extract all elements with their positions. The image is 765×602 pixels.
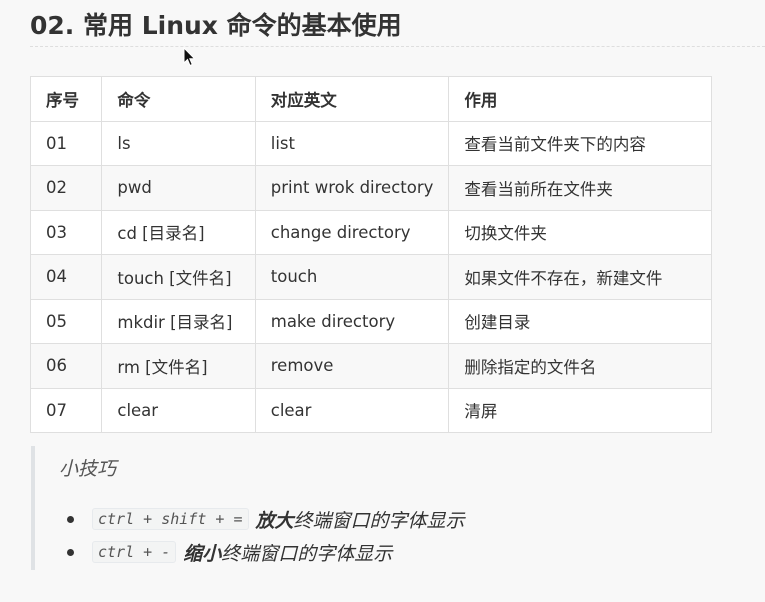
cell-index: 07 — [29, 387, 103, 433]
cell-purpose: 如果文件不存在，新建文件 — [448, 254, 712, 300]
cell-purpose: 查看当前文件夹下的内容 — [448, 120, 712, 166]
table-row: 04 touch [文件名] touch 如果文件不存在，新建文件 — [29, 254, 712, 300]
cell-command: rm [文件名] — [101, 343, 256, 389]
cell-purpose: 切换文件夹 — [448, 209, 712, 255]
tip-item: ctrl + - 缩小 终端窗口的字体显示 — [67, 539, 392, 565]
cell-command: cd [目录名] — [101, 209, 256, 255]
table-row: 01 ls list 查看当前文件夹下的内容 — [29, 120, 712, 166]
tip-emphasis: 放大 — [255, 509, 294, 532]
header-index: 序号 — [29, 76, 103, 122]
cell-english: list — [254, 120, 450, 166]
cell-purpose: 删除指定的文件名 — [448, 343, 712, 389]
cell-index: 04 — [29, 254, 103, 300]
cell-index: 01 — [29, 120, 103, 166]
table-row: 07 clear clear 清屏 — [29, 387, 712, 433]
tips-title: 小技巧 — [59, 458, 117, 480]
cell-english: remove — [254, 343, 450, 389]
cell-command: mkdir [目录名] — [101, 298, 256, 344]
table-row: 02 pwd print wrok directory 查看当前所在文件夹 — [29, 165, 712, 211]
table-row: 03 cd [目录名] change directory 切换文件夹 — [29, 209, 712, 255]
cell-index: 05 — [29, 298, 103, 344]
cell-english: print wrok directory — [254, 165, 450, 211]
cell-purpose: 清屏 — [448, 387, 712, 433]
header-english: 对应英文 — [254, 76, 450, 122]
cell-english: change directory — [254, 209, 450, 255]
heading-divider — [30, 46, 765, 47]
table-row: 05 mkdir [目录名] make directory 创建目录 — [29, 298, 712, 344]
cell-purpose: 创建目录 — [448, 298, 712, 344]
shortcut-code: ctrl + - — [92, 541, 177, 563]
tip-emphasis: 缩小 — [183, 542, 222, 565]
shortcut-code: ctrl + shift + = — [92, 508, 249, 530]
cell-command: ls — [101, 120, 256, 166]
cell-command: clear — [101, 387, 256, 433]
cell-command: touch [文件名] — [101, 254, 256, 300]
cell-english: clear — [254, 387, 450, 433]
cell-index: 02 — [29, 165, 103, 211]
tip-description: 终端窗口的字体显示 — [293, 509, 465, 532]
cell-english: make directory — [254, 298, 450, 344]
tip-description: 终端窗口的字体显示 — [221, 542, 393, 565]
page-title: 02. 常用 Linux 命令的基本使用 — [30, 11, 402, 40]
header-purpose: 作用 — [448, 76, 712, 122]
cell-english: touch — [254, 254, 450, 300]
cell-index: 03 — [29, 209, 103, 255]
cell-command: pwd — [101, 165, 256, 211]
table-row: 06 rm [文件名] remove 删除指定的文件名 — [29, 343, 712, 389]
bullet-icon — [67, 515, 74, 523]
mouse-pointer-icon — [183, 47, 196, 67]
table-header-row: 序号 命令 对应英文 作用 — [29, 76, 712, 122]
command-table: 序号 命令 对应英文 作用 01 ls list 查看当前文件夹下的内容 02 … — [29, 76, 712, 433]
tip-item: ctrl + shift + = 放大 终端窗口的字体显示 — [67, 506, 465, 532]
tips-blockquote: 小技巧 ctrl + shift + = 放大 终端窗口的字体显示 ctrl +… — [31, 446, 735, 570]
cell-purpose: 查看当前所在文件夹 — [448, 165, 712, 211]
bullet-icon — [67, 548, 74, 556]
header-command: 命令 — [101, 76, 256, 122]
cell-index: 06 — [29, 343, 103, 389]
